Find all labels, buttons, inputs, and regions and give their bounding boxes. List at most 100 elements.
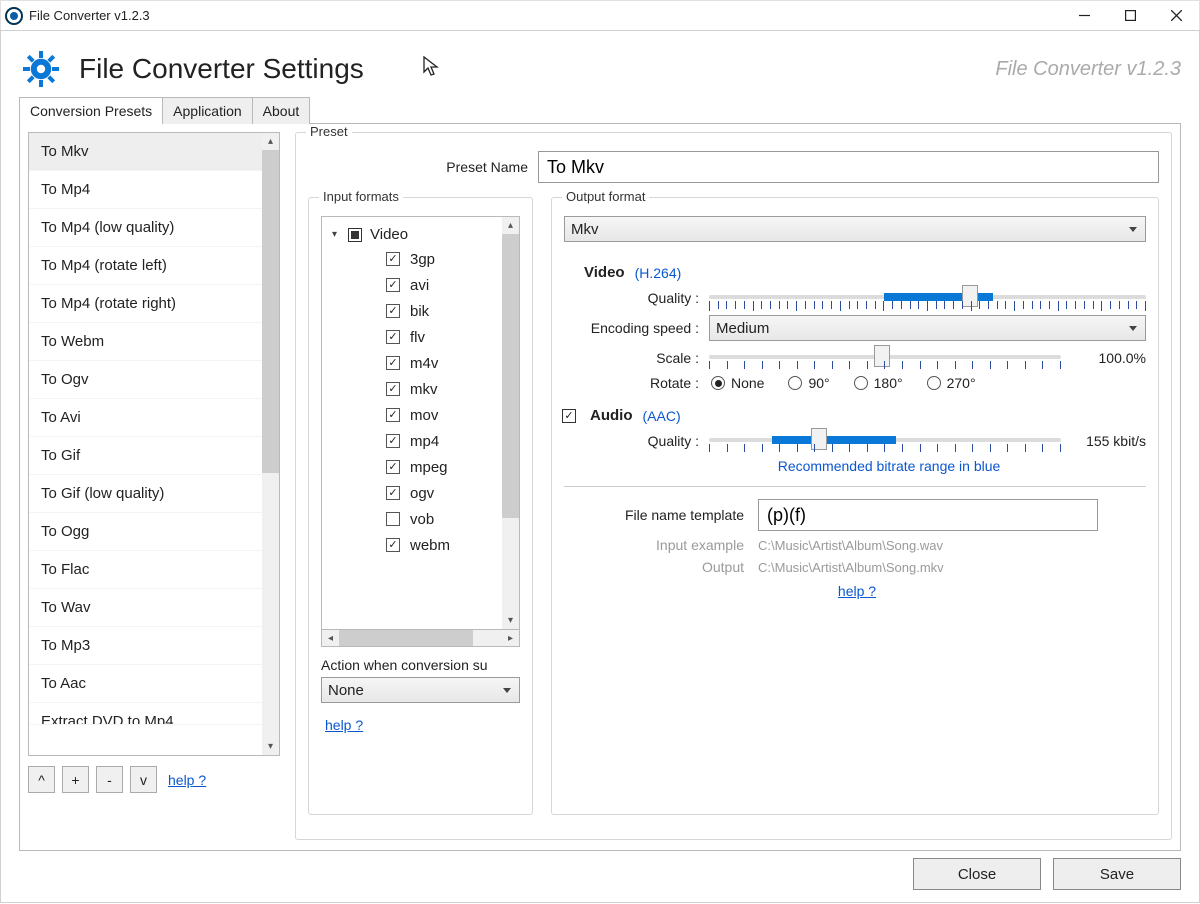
- checkbox[interactable]: [386, 408, 400, 422]
- video-section-label: Video: [584, 264, 625, 281]
- checkbox[interactable]: [386, 304, 400, 318]
- checkbox[interactable]: [386, 538, 400, 552]
- collapse-icon[interactable]: ▾: [332, 229, 344, 240]
- tab-about[interactable]: About: [252, 97, 311, 124]
- close-dialog-button[interactable]: Close: [913, 858, 1041, 890]
- preset-item[interactable]: Extract DVD to Mp4: [29, 703, 262, 725]
- input-format-item[interactable]: vob: [322, 506, 502, 532]
- output-help-link[interactable]: help ?: [838, 583, 876, 599]
- checkbox[interactable]: [386, 382, 400, 396]
- scale-slider[interactable]: [709, 347, 1061, 369]
- preset-item[interactable]: To Gif: [29, 437, 262, 475]
- input-format-item[interactable]: mpeg: [322, 454, 502, 480]
- scroll-thumb[interactable]: [502, 234, 519, 518]
- scroll-up-icon[interactable]: ▴: [262, 133, 279, 150]
- input-format-item[interactable]: ogv: [322, 480, 502, 506]
- scroll-thumb[interactable]: [339, 630, 473, 646]
- input-tree-vscroll[interactable]: ▴ ▾: [502, 217, 519, 629]
- checkbox[interactable]: [386, 512, 400, 526]
- preset-item[interactable]: To Mp4 (rotate right): [29, 285, 262, 323]
- video-quality-label: Quality :: [564, 290, 699, 306]
- input-format-item[interactable]: mp4: [322, 428, 502, 454]
- output-example-label: Output: [564, 559, 744, 575]
- checkbox[interactable]: [386, 356, 400, 370]
- tab-pane: To MkvTo Mp4To Mp4 (low quality)To Mp4 (…: [19, 123, 1181, 851]
- audio-codec-label: (AAC): [643, 408, 681, 424]
- preset-item[interactable]: To Mkv: [29, 133, 262, 171]
- preset-list[interactable]: To MkvTo Mp4To Mp4 (low quality)To Mp4 (…: [29, 133, 262, 755]
- rotate-option[interactable]: 180°: [854, 375, 903, 391]
- tab-conversion-presets[interactable]: Conversion Presets: [19, 97, 163, 124]
- preset-item[interactable]: To Aac: [29, 665, 262, 703]
- input-format-item[interactable]: flv: [322, 324, 502, 350]
- preset-item[interactable]: To Flac: [29, 551, 262, 589]
- preset-item[interactable]: To Avi: [29, 399, 262, 437]
- rotate-option[interactable]: 270°: [927, 375, 976, 391]
- remove-preset-button[interactable]: -: [96, 766, 123, 793]
- encoding-speed-dropdown[interactable]: Medium: [709, 315, 1146, 341]
- input-group-video[interactable]: ▾Video: [322, 223, 502, 246]
- preset-item[interactable]: To Wav: [29, 589, 262, 627]
- presets-help-link[interactable]: help ?: [168, 772, 206, 788]
- input-format-item[interactable]: bik: [322, 298, 502, 324]
- checkbox[interactable]: [386, 486, 400, 500]
- group-checkbox[interactable]: [348, 228, 362, 242]
- input-format-tree[interactable]: ▾Video3gpavibikflvm4vmkvmovmp4mpegogvvob…: [322, 217, 502, 629]
- scale-value: 100.0%: [1071, 350, 1146, 366]
- checkbox[interactable]: [386, 252, 400, 266]
- output-format-value: Mkv: [571, 221, 599, 238]
- input-format-item[interactable]: mkv: [322, 376, 502, 402]
- scroll-down-icon[interactable]: ▾: [262, 738, 279, 755]
- minimize-button[interactable]: [1061, 1, 1107, 31]
- scroll-left-icon[interactable]: ◂: [322, 630, 339, 646]
- page-title: File Converter Settings: [79, 53, 364, 85]
- input-tree-hscroll[interactable]: ◂ ▸: [321, 630, 520, 647]
- scroll-up-icon[interactable]: ▴: [502, 217, 519, 234]
- video-quality-slider[interactable]: [709, 287, 1146, 309]
- scroll-right-icon[interactable]: ▸: [502, 630, 519, 646]
- input-formats-help-link[interactable]: help ?: [325, 717, 363, 733]
- scroll-down-icon[interactable]: ▾: [502, 612, 519, 629]
- preset-item[interactable]: To Mp4: [29, 171, 262, 209]
- input-format-item[interactable]: 3gp: [322, 246, 502, 272]
- add-preset-button[interactable]: +: [62, 766, 89, 793]
- preset-item[interactable]: To Gif (low quality): [29, 475, 262, 513]
- rotate-option[interactable]: 90°: [788, 375, 829, 391]
- checkbox[interactable]: [386, 330, 400, 344]
- input-format-item[interactable]: avi: [322, 272, 502, 298]
- conversion-action-dropdown[interactable]: None: [321, 677, 520, 703]
- preset-item[interactable]: To Webm: [29, 323, 262, 361]
- filename-template-input[interactable]: [758, 499, 1098, 531]
- move-down-button[interactable]: v: [130, 766, 157, 793]
- output-format-dropdown[interactable]: Mkv: [564, 216, 1146, 242]
- rotate-option[interactable]: None: [711, 375, 764, 391]
- preset-item[interactable]: To Mp3: [29, 627, 262, 665]
- input-format-item[interactable]: mov: [322, 402, 502, 428]
- scale-label: Scale :: [564, 350, 699, 366]
- audio-quality-slider[interactable]: [709, 430, 1061, 452]
- preset-name-input[interactable]: [538, 151, 1159, 183]
- preset-item[interactable]: To Ogv: [29, 361, 262, 399]
- header-version: File Converter v1.2.3: [995, 58, 1181, 81]
- audio-checkbox[interactable]: [562, 409, 576, 423]
- input-example-label: Input example: [564, 537, 744, 553]
- app-title: File Converter v1.2.3: [29, 8, 150, 23]
- tab-application[interactable]: Application: [162, 97, 253, 124]
- scroll-thumb[interactable]: [262, 150, 279, 473]
- preset-item[interactable]: To Mp4 (low quality): [29, 209, 262, 247]
- input-format-item[interactable]: webm: [322, 532, 502, 558]
- rotate-label: Rotate :: [564, 375, 699, 391]
- input-format-item[interactable]: m4v: [322, 350, 502, 376]
- preset-item[interactable]: To Ogg: [29, 513, 262, 551]
- checkbox[interactable]: [386, 434, 400, 448]
- audio-quality-value: 155 kbit/s: [1071, 433, 1146, 449]
- preset-scrollbar[interactable]: ▴ ▾: [262, 133, 279, 755]
- preset-item[interactable]: To Mp4 (rotate left): [29, 247, 262, 285]
- maximize-button[interactable]: [1107, 1, 1153, 31]
- checkbox[interactable]: [386, 278, 400, 292]
- titlebar: File Converter v1.2.3: [0, 0, 1200, 30]
- close-button[interactable]: [1153, 1, 1199, 31]
- checkbox[interactable]: [386, 460, 400, 474]
- move-up-button[interactable]: ^: [28, 766, 55, 793]
- save-button[interactable]: Save: [1053, 858, 1181, 890]
